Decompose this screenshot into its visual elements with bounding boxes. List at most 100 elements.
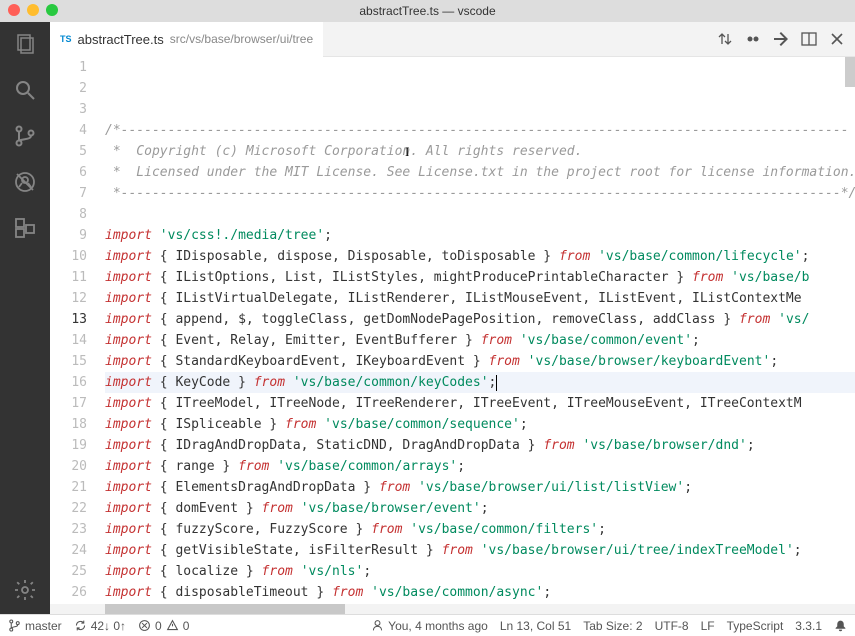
open-changes-icon[interactable] <box>773 31 789 47</box>
code-line[interactable]: *---------------------------------------… <box>105 183 855 204</box>
settings-icon[interactable] <box>11 576 39 604</box>
status-warnings-count: 0 <box>183 619 190 633</box>
status-selection[interactable]: Ln 13, Col 51 <box>500 619 571 633</box>
code-line[interactable]: import 'vs/css!./media/tree'; <box>105 225 855 246</box>
code-line[interactable]: import { append, $, toggleClass, getDomN… <box>105 309 855 330</box>
compare-icon[interactable] <box>717 31 733 47</box>
explorer-icon[interactable] <box>11 30 39 58</box>
code-line[interactable]: import { IDragAndDropData, StaticDND, Dr… <box>105 435 855 456</box>
window-title: abstractTree.ts — vscode <box>359 4 495 18</box>
line-number: 27 <box>50 603 87 604</box>
status-sync-label: 42↓ 0↑ <box>91 619 126 633</box>
error-icon <box>138 619 151 632</box>
line-number: 4 <box>50 120 87 141</box>
line-number: 6 <box>50 162 87 183</box>
maximize-window-icon[interactable] <box>46 4 58 16</box>
code-line[interactable]: import { localize } from 'vs/nls'; <box>105 561 855 582</box>
code-line[interactable]: import { StandardKeyboardEvent, IKeyboar… <box>105 351 855 372</box>
line-number: 16 <box>50 372 87 393</box>
status-branch[interactable]: master <box>8 619 62 633</box>
line-number: 14 <box>50 330 87 351</box>
scrollbar-thumb[interactable] <box>105 604 345 614</box>
line-number: 7 <box>50 183 87 204</box>
line-number: 18 <box>50 414 87 435</box>
code-line[interactable]: import { IDisposable, dispose, Disposabl… <box>105 246 855 267</box>
tab-bar: TS abstractTree.ts src/vs/base/browser/u… <box>50 22 855 57</box>
code-line[interactable]: import { disposableTimeout } from 'vs/ba… <box>105 582 855 603</box>
status-feedback[interactable] <box>834 619 847 632</box>
person-icon <box>371 619 384 632</box>
line-number: 19 <box>50 435 87 456</box>
warning-icon <box>166 619 179 632</box>
tab-path: src/vs/base/browser/ui/tree <box>170 32 313 46</box>
code-line[interactable]: import { KeyCode } from 'vs/base/common/… <box>105 372 855 393</box>
titlebar: abstractTree.ts — vscode <box>0 0 855 22</box>
status-language[interactable]: TypeScript <box>727 619 784 633</box>
code-line[interactable]: import { ISpliceable } from 'vs/base/com… <box>105 414 855 435</box>
code-line[interactable]: import { range } from 'vs/base/common/ar… <box>105 456 855 477</box>
close-window-icon[interactable] <box>8 4 20 16</box>
code-line[interactable]: * Copyright (c) Microsoft Corporation. A… <box>105 141 855 162</box>
code-line[interactable]: import { getVisibleState, isFilterResult… <box>105 540 855 561</box>
status-tsversion[interactable]: 3.3.1 <box>795 619 822 633</box>
status-blame[interactable]: You, 4 months ago <box>371 619 488 633</box>
status-bar: master 42↓ 0↑ 0 0 You, 4 months ago Ln 1… <box>0 614 855 636</box>
code-line[interactable]: import { IListVirtualDelegate, IListRend… <box>105 288 855 309</box>
line-number: 12 <box>50 288 87 309</box>
code-line[interactable]: /*--------------------------------------… <box>105 120 855 141</box>
sync-icon <box>74 619 87 632</box>
code-content[interactable]: I /*------------------------------------… <box>105 57 855 604</box>
code-line[interactable] <box>105 204 855 225</box>
status-errors-count: 0 <box>155 619 162 633</box>
status-problems[interactable]: 0 0 <box>138 619 189 633</box>
code-line[interactable]: import { ElementsDragAndDropData } from … <box>105 477 855 498</box>
text-cursor-icon: I <box>405 141 409 162</box>
line-number: 22 <box>50 498 87 519</box>
code-line[interactable]: * Licensed under the MIT License. See Li… <box>105 162 855 183</box>
tab-filename: abstractTree.ts <box>78 32 164 47</box>
caret <box>496 375 497 391</box>
line-number: 8 <box>50 204 87 225</box>
code-line[interactable]: import { ITreeModel, ITreeNode, ITreeRen… <box>105 393 855 414</box>
line-number: 13 <box>50 309 87 330</box>
split-editor-icon[interactable] <box>801 31 817 47</box>
code-line[interactable]: import { IListOptions, List, IListStyles… <box>105 267 855 288</box>
status-encoding[interactable]: UTF-8 <box>655 619 689 633</box>
horizontal-scrollbar[interactable] <box>50 604 855 614</box>
tab-abstracttree[interactable]: TS abstractTree.ts src/vs/base/browser/u… <box>50 22 323 57</box>
status-blame-label: You, 4 months ago <box>388 619 488 633</box>
bell-icon <box>834 619 847 632</box>
source-control-icon[interactable] <box>11 122 39 150</box>
code-line[interactable]: import { Event, Relay, Emitter, EventBuf… <box>105 330 855 351</box>
code-line[interactable]: import { isMacintosh } from 'vs/base/com… <box>105 603 855 604</box>
line-number: 24 <box>50 540 87 561</box>
line-number: 1 <box>50 57 87 78</box>
minimize-window-icon[interactable] <box>27 4 39 16</box>
line-number: 3 <box>50 99 87 120</box>
preview-icon[interactable] <box>745 31 761 47</box>
line-number: 11 <box>50 267 87 288</box>
line-number: 10 <box>50 246 87 267</box>
code-line[interactable]: import { domEvent } from 'vs/base/browse… <box>105 498 855 519</box>
extensions-icon[interactable] <box>11 214 39 242</box>
status-indent[interactable]: Tab Size: 2 <box>583 619 642 633</box>
line-number: 15 <box>50 351 87 372</box>
status-eol[interactable]: LF <box>701 619 715 633</box>
code-line[interactable]: import { fuzzyScore, FuzzyScore } from '… <box>105 519 855 540</box>
window-controls <box>8 4 58 16</box>
line-number: 9 <box>50 225 87 246</box>
line-number: 20 <box>50 456 87 477</box>
line-gutter: 1234567891011121314151617181920212223242… <box>50 57 105 604</box>
status-sync[interactable]: 42↓ 0↑ <box>74 619 126 633</box>
typescript-icon: TS <box>60 34 72 44</box>
editor-actions <box>717 31 855 47</box>
debug-icon[interactable] <box>11 168 39 196</box>
code-editor[interactable]: 1234567891011121314151617181920212223242… <box>50 57 855 604</box>
line-number: 5 <box>50 141 87 162</box>
search-icon[interactable] <box>11 76 39 104</box>
close-icon[interactable] <box>829 31 845 47</box>
line-number: 21 <box>50 477 87 498</box>
activity-bar <box>0 22 50 614</box>
line-number: 23 <box>50 519 87 540</box>
line-number: 25 <box>50 561 87 582</box>
